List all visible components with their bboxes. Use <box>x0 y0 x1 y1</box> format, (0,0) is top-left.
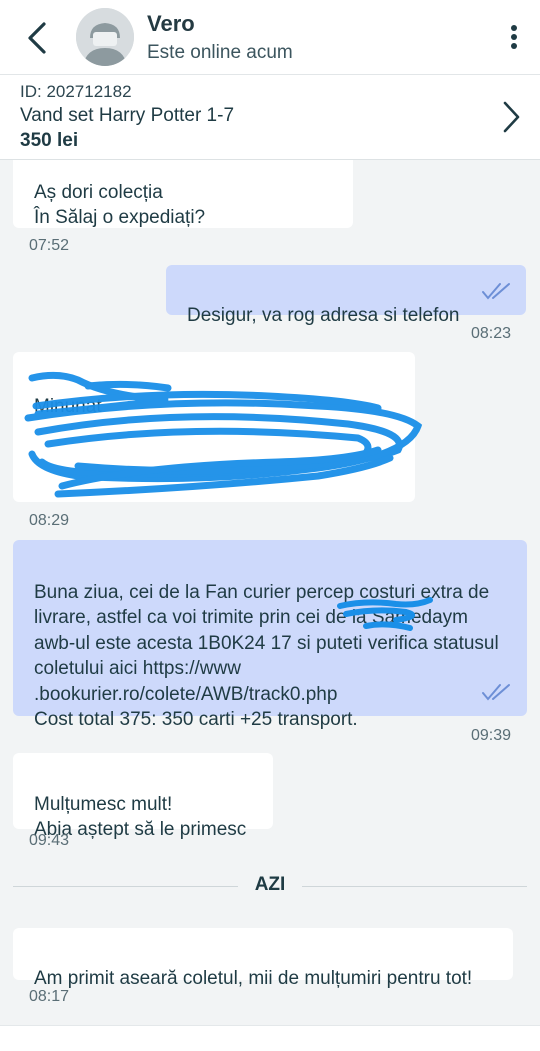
listing-title[interactable]: Vand set Harry Potter 1-7 <box>20 105 234 127</box>
message-bubble: Aș dori colecția În Sălaj o expediați? <box>13 160 353 228</box>
message-bubble: Mulțumesc mult! Abia aștept să le primes… <box>13 753 273 840</box>
message-time: 09:43 <box>29 832 70 849</box>
redaction-scribble <box>337 597 433 631</box>
message-time: 08:29 <box>29 512 70 529</box>
message-time: 07:52 <box>29 237 70 254</box>
message-text: Aș dori colecția În Sălaj o expediați? <box>34 181 206 229</box>
message-list[interactable]: Aș dori colecția În Sălaj o expediați? 0… <box>0 160 540 1050</box>
redaction-scribble <box>24 371 423 498</box>
listing-price: 350 lei <box>20 130 79 151</box>
message-bubble: Am primit aseară coletul, mii de mulțumi… <box>13 928 513 989</box>
message-bubble: Buna ziua, cei de la Fan curier percep c… <box>13 540 527 730</box>
double-check-icon <box>482 283 510 300</box>
user-avatar-icon <box>76 8 134 66</box>
message-text: Am primit aseară coletul, mii de mulțumi… <box>34 967 473 989</box>
chevron-right-icon[interactable] <box>498 98 524 136</box>
back-arrow-icon[interactable] <box>20 18 56 58</box>
avatar[interactable] <box>76 8 134 66</box>
contact-name[interactable]: Vero <box>147 11 195 37</box>
message-time: 08:17 <box>29 988 70 1005</box>
online-status: Este online acum <box>147 42 293 63</box>
message-time: 09:39 <box>471 727 512 744</box>
more-options-icon[interactable] <box>506 20 522 54</box>
composer-bar[interactable] <box>0 1025 540 1051</box>
date-divider-label: AZI <box>254 874 286 895</box>
listing-id: ID: 202712182 <box>20 82 132 101</box>
message-text: Desigur, va rog adresa si telefon <box>187 304 460 326</box>
chat-header: Vero Este online acum <box>0 0 540 75</box>
message-bubble: Desigur, va rog adresa si telefon <box>166 265 526 326</box>
message-time: 08:23 <box>471 325 512 342</box>
double-check-icon <box>482 684 510 701</box>
